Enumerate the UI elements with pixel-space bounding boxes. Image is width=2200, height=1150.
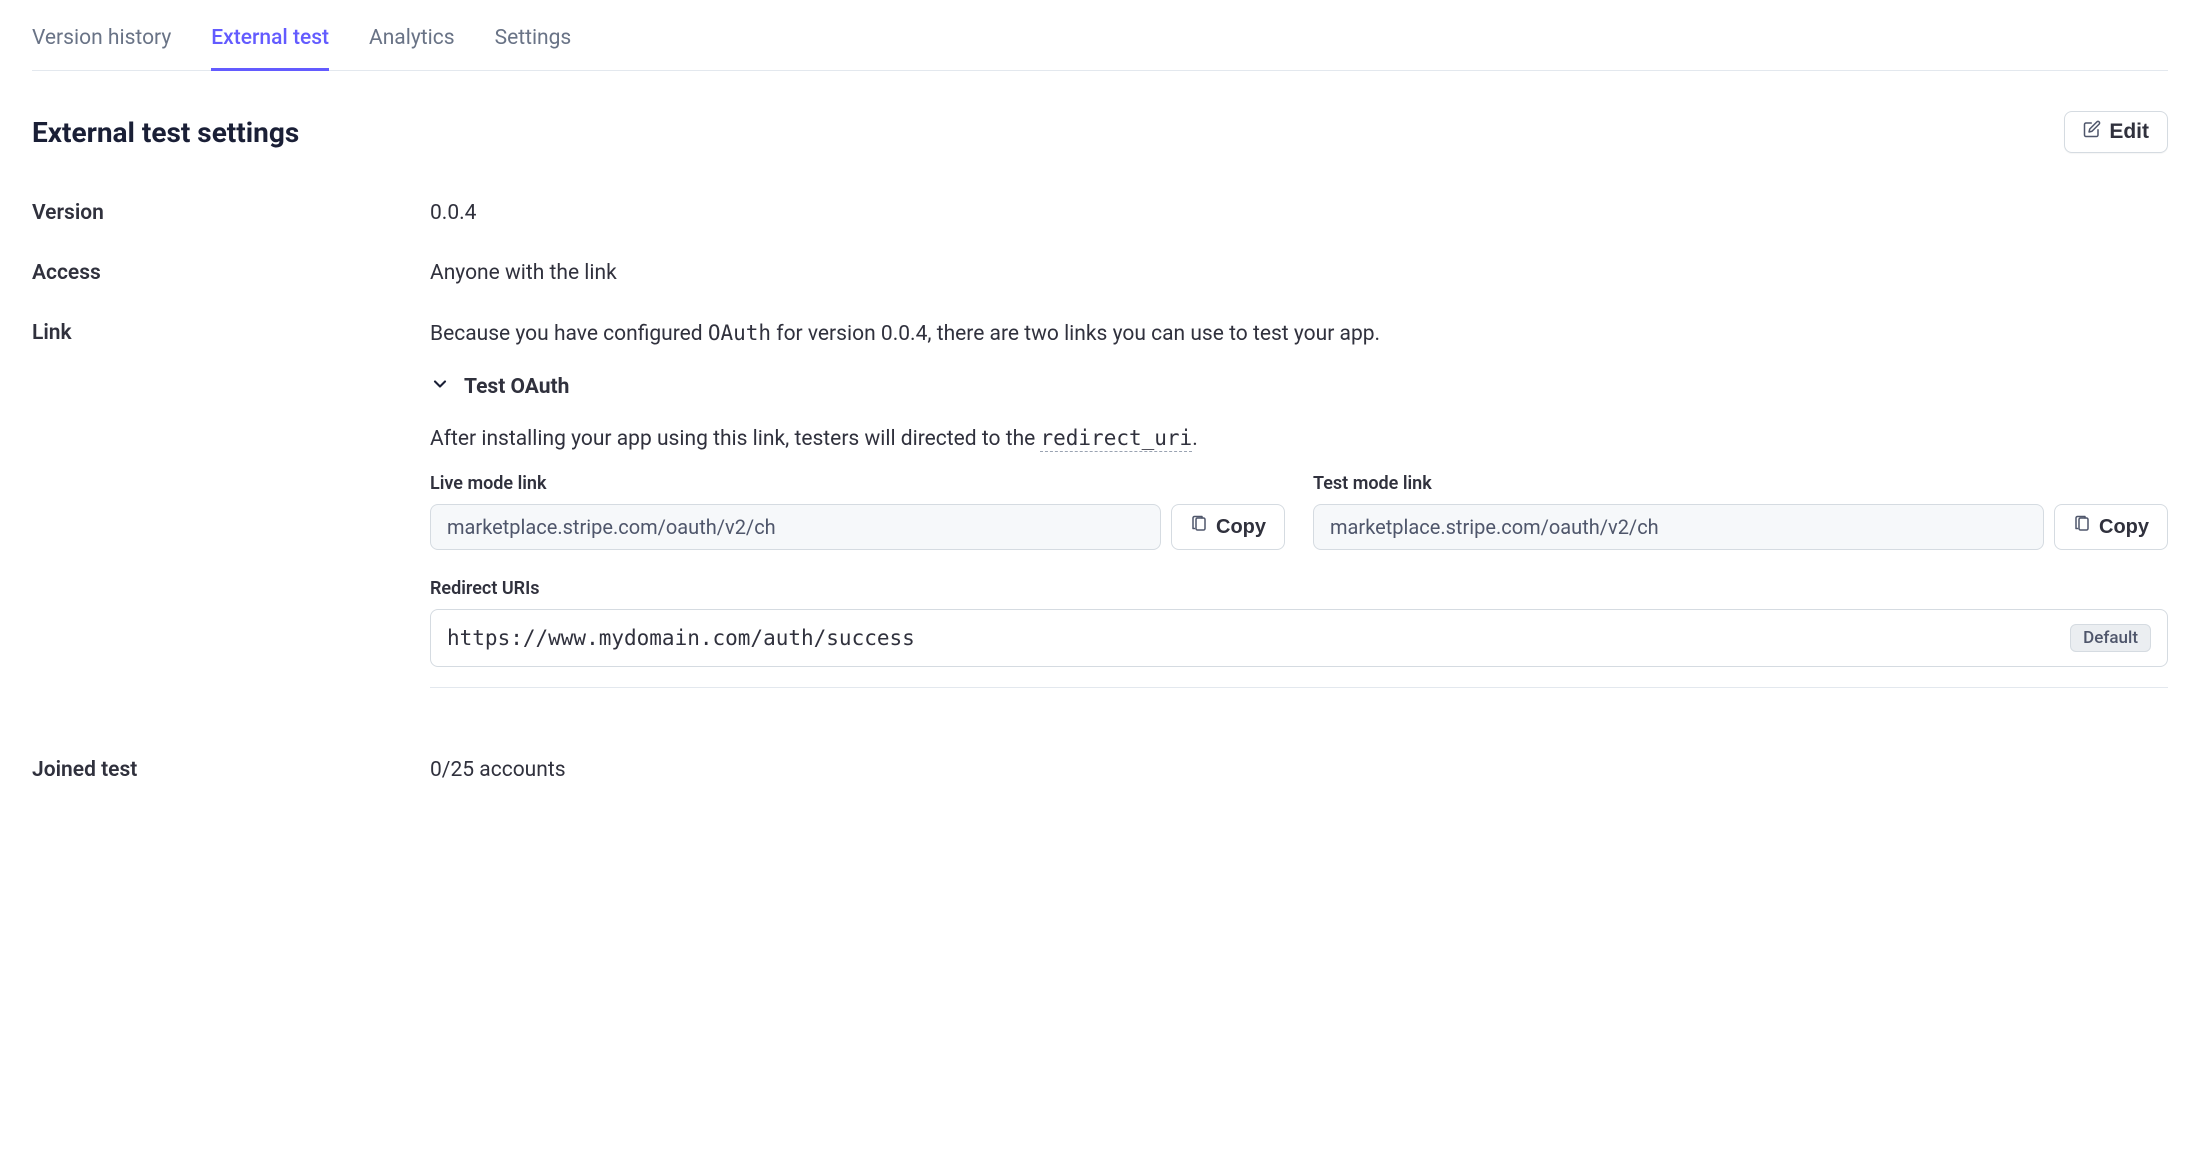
tab-external-test[interactable]: External test [211,26,329,71]
row-joined-test: Joined test 0/25 accounts [32,758,2168,782]
chevron-down-icon [430,374,450,400]
clipboard-icon [2073,515,2091,539]
copy-live-link-button[interactable]: Copy [1171,504,1285,550]
test-oauth-title: Test OAuth [464,375,569,399]
page-header: External test settings Edit [32,111,2168,153]
redirect-uri-token: redirect_uri [1040,426,1192,452]
link-grid: Live mode link marketplace.stripe.com/oa… [430,473,2168,550]
oauth-instruction-pre: After installing your app using this lin… [430,427,1040,451]
live-link-url[interactable]: marketplace.stripe.com/oauth/v2/ch [430,504,1161,550]
tab-settings[interactable]: Settings [495,26,572,71]
row-access: Access Anyone with the link [32,261,2168,285]
oauth-instruction: After installing your app using this lin… [430,426,2168,451]
live-link-label: Live mode link [430,473,1285,494]
redirect-uris-label: Redirect URIs [430,578,2168,599]
row-value-link: Because you have configured OAuth for ve… [430,321,2168,722]
link-description-pre: Because you have configured [430,322,708,346]
row-label-version: Version [32,201,430,225]
test-link-url[interactable]: marketplace.stripe.com/oauth/v2/ch [1313,504,2044,550]
live-link-column: Live mode link marketplace.stripe.com/oa… [430,473,1285,550]
tab-analytics[interactable]: Analytics [369,26,455,71]
edit-icon [2083,120,2101,144]
row-value-access: Anyone with the link [430,261,2168,285]
separator [430,687,2168,688]
oauth-instruction-post: . [1192,427,1198,451]
row-label-link: Link [32,321,430,345]
default-badge: Default [2070,624,2151,652]
oauth-token: OAuth [708,321,771,345]
redirect-uri-row: https://www.mydomain.com/auth/success De… [430,609,2168,667]
edit-button[interactable]: Edit [2064,111,2168,153]
redirect-uris-section: Redirect URIs https://www.mydomain.com/a… [430,578,2168,667]
copy-test-link-button[interactable]: Copy [2054,504,2168,550]
copy-live-link-label: Copy [1216,516,1266,539]
row-label-joined: Joined test [32,758,430,782]
row-link: Link Because you have configured OAuth f… [32,321,2168,722]
copy-test-link-label: Copy [2099,516,2149,539]
test-link-column: Test mode link marketplace.stripe.com/oa… [1313,473,2168,550]
row-label-access: Access [32,261,430,285]
page-title: External test settings [32,116,299,149]
test-link-label: Test mode link [1313,473,2168,494]
link-description: Because you have configured OAuth for ve… [430,321,2168,346]
row-version: Version 0.0.4 [32,201,2168,225]
row-value-version: 0.0.4 [430,201,2168,225]
clipboard-icon [1190,515,1208,539]
edit-button-label: Edit [2109,120,2149,144]
link-description-post: for version 0.0.4, there are two links y… [771,322,1380,346]
tabs: Version history External test Analytics … [32,0,2168,71]
row-value-joined: 0/25 accounts [430,758,2168,782]
redirect-uri-value: https://www.mydomain.com/auth/success [447,626,915,650]
tab-version-history[interactable]: Version history [32,26,171,71]
test-oauth-toggle[interactable]: Test OAuth [430,374,2168,400]
